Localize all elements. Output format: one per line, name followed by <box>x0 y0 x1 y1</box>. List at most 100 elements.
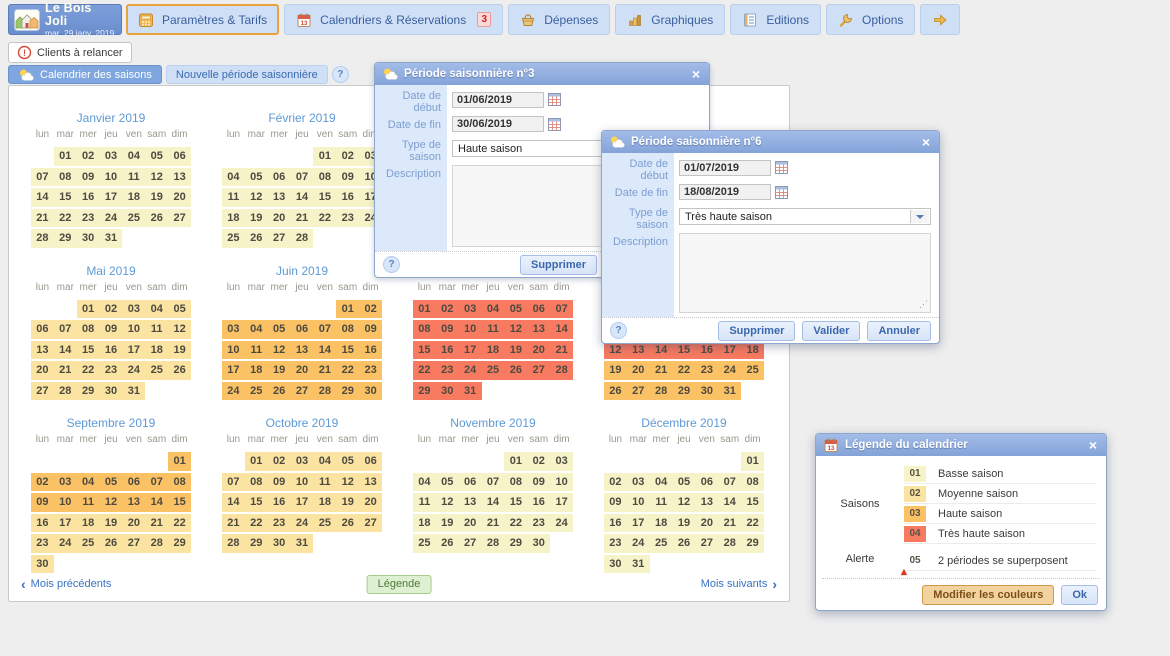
day-cell[interactable]: 24 <box>627 534 650 553</box>
day-cell[interactable]: 17 <box>54 514 77 533</box>
day-cell[interactable]: 08 <box>413 320 436 339</box>
day-cell[interactable]: 31 <box>459 382 482 401</box>
day-cell[interactable]: 12 <box>268 341 291 360</box>
day-cell[interactable]: 24 <box>122 361 145 380</box>
day-cell[interactable]: 06 <box>359 452 382 471</box>
day-cell[interactable]: 23 <box>31 534 54 553</box>
day-cell[interactable]: 18 <box>222 209 245 228</box>
day-cell[interactable]: 09 <box>100 320 123 339</box>
day-cell[interactable]: 31 <box>718 382 741 401</box>
day-cell[interactable]: 07 <box>222 473 245 492</box>
day-cell[interactable]: 04 <box>245 320 268 339</box>
day-cell[interactable]: 18 <box>482 341 505 360</box>
day-cell[interactable]: 18 <box>650 514 673 533</box>
day-cell[interactable]: 29 <box>413 382 436 401</box>
day-cell[interactable]: 01 <box>313 147 336 166</box>
day-cell[interactable]: 03 <box>122 300 145 319</box>
day-cell[interactable]: 08 <box>245 473 268 492</box>
day-cell[interactable]: 07 <box>482 473 505 492</box>
day-cell[interactable]: 09 <box>436 320 459 339</box>
day-cell[interactable]: 13 <box>268 188 291 207</box>
day-cell[interactable]: 23 <box>336 209 359 228</box>
day-cell[interactable]: 26 <box>604 382 627 401</box>
day-cell[interactable]: 19 <box>245 209 268 228</box>
day-cell[interactable]: 06 <box>268 168 291 187</box>
day-cell[interactable]: 24 <box>54 534 77 553</box>
modify-colors-button[interactable]: Modifier les couleurs <box>922 585 1054 605</box>
day-cell[interactable]: 30 <box>359 382 382 401</box>
day-cell[interactable]: 26 <box>673 534 696 553</box>
day-cell[interactable]: 16 <box>268 493 291 512</box>
day-cell[interactable]: 15 <box>413 341 436 360</box>
day-cell[interactable]: 16 <box>359 341 382 360</box>
day-cell[interactable]: 12 <box>436 493 459 512</box>
day-cell[interactable]: 20 <box>695 514 718 533</box>
day-cell[interactable]: 21 <box>54 361 77 380</box>
day-cell[interactable]: 08 <box>77 320 100 339</box>
season-type-select[interactable]: Très haute saison <box>679 208 931 225</box>
day-cell[interactable]: 03 <box>100 147 123 166</box>
day-cell[interactable]: 25 <box>245 382 268 401</box>
day-cell[interactable]: 31 <box>122 382 145 401</box>
ok-button[interactable]: Ok <box>1061 585 1098 605</box>
day-cell[interactable]: 19 <box>673 514 696 533</box>
day-cell[interactable]: 27 <box>527 361 550 380</box>
day-cell[interactable]: 22 <box>336 361 359 380</box>
day-cell[interactable]: 29 <box>504 534 527 553</box>
day-cell[interactable]: 09 <box>77 168 100 187</box>
dialog-header[interactable]: 13 Légende du calendrier × <box>816 434 1106 456</box>
day-cell[interactable]: 20 <box>31 361 54 380</box>
close-icon[interactable]: × <box>1087 438 1099 452</box>
day-cell[interactable]: 17 <box>222 361 245 380</box>
day-cell[interactable]: 07 <box>291 168 314 187</box>
day-cell[interactable]: 30 <box>527 534 550 553</box>
tab-editions[interactable]: Editions <box>730 4 821 35</box>
day-cell[interactable]: 03 <box>459 300 482 319</box>
day-cell[interactable]: 20 <box>459 514 482 533</box>
day-cell[interactable]: 29 <box>673 382 696 401</box>
day-cell[interactable]: 17 <box>627 514 650 533</box>
day-cell[interactable]: 15 <box>168 493 191 512</box>
day-cell[interactable]: 24 <box>718 361 741 380</box>
day-cell[interactable]: 20 <box>168 188 191 207</box>
day-cell[interactable]: 03 <box>222 320 245 339</box>
day-cell[interactable]: 01 <box>504 452 527 471</box>
day-cell[interactable]: 09 <box>31 493 54 512</box>
day-cell[interactable]: 19 <box>604 361 627 380</box>
day-cell[interactable]: 28 <box>222 534 245 553</box>
day-cell[interactable]: 12 <box>145 168 168 187</box>
day-cell[interactable]: 05 <box>504 300 527 319</box>
day-cell[interactable]: 02 <box>436 300 459 319</box>
day-cell[interactable]: 20 <box>122 514 145 533</box>
day-cell[interactable]: 10 <box>459 320 482 339</box>
day-cell[interactable]: 08 <box>741 473 764 492</box>
day-cell[interactable]: 11 <box>413 493 436 512</box>
day-cell[interactable]: 02 <box>359 300 382 319</box>
day-cell[interactable]: 30 <box>100 382 123 401</box>
day-cell[interactable]: 18 <box>145 341 168 360</box>
day-cell[interactable]: 15 <box>741 493 764 512</box>
day-cell[interactable]: 14 <box>550 320 573 339</box>
day-cell[interactable]: 14 <box>718 493 741 512</box>
day-cell[interactable]: 12 <box>673 493 696 512</box>
day-cell[interactable]: 15 <box>54 188 77 207</box>
day-cell[interactable]: 01 <box>77 300 100 319</box>
day-cell[interactable]: 12 <box>100 493 123 512</box>
day-cell[interactable]: 06 <box>31 320 54 339</box>
day-cell[interactable]: 16 <box>527 493 550 512</box>
day-cell[interactable]: 27 <box>31 382 54 401</box>
date-picker-icon[interactable] <box>548 93 561 106</box>
tab-calendriers-reservations[interactable]: 13Calendriers & Réservations3 <box>284 4 503 35</box>
day-cell[interactable]: 22 <box>77 361 100 380</box>
day-cell[interactable]: 15 <box>77 341 100 360</box>
day-cell[interactable]: 13 <box>459 493 482 512</box>
day-cell[interactable]: 10 <box>100 168 123 187</box>
next-months-link[interactable]: Mois suivants › <box>701 576 777 592</box>
day-cell[interactable]: 02 <box>268 452 291 471</box>
day-cell[interactable]: 06 <box>459 473 482 492</box>
day-cell[interactable]: 08 <box>313 168 336 187</box>
day-cell[interactable]: 28 <box>718 534 741 553</box>
day-cell[interactable]: 22 <box>673 361 696 380</box>
day-cell[interactable]: 28 <box>31 229 54 248</box>
day-cell[interactable]: 21 <box>482 514 505 533</box>
